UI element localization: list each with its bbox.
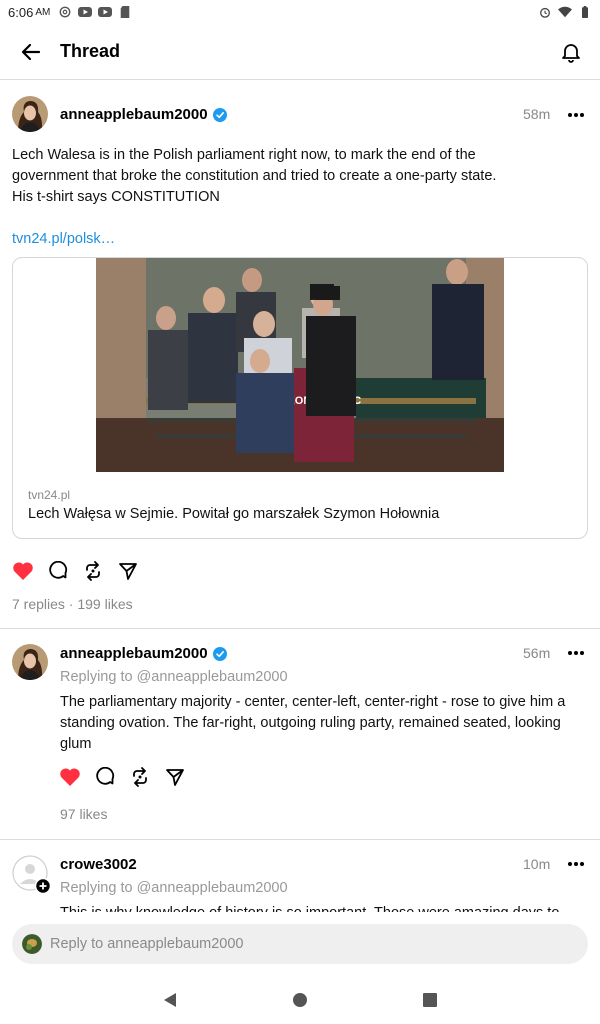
reply-text: The parliamentary majority - center, cen… xyxy=(60,692,590,755)
system-nav-bar xyxy=(0,975,600,1024)
post-username[interactable]: anneapplebaum2000 xyxy=(60,106,227,123)
comment-icon xyxy=(49,561,68,579)
nav-recents-button[interactable] xyxy=(420,990,440,1010)
post-link[interactable]: tvn24.pl/polsk… xyxy=(12,231,115,247)
user-avatar xyxy=(22,934,42,954)
reply-time: 56m xyxy=(523,645,551,661)
more-horizontal-icon xyxy=(568,862,584,866)
user-avatar-image xyxy=(22,934,42,954)
repost-icon xyxy=(133,767,147,787)
triangle-back-icon xyxy=(164,992,176,1007)
more-horizontal-icon xyxy=(568,113,584,117)
back-button[interactable] xyxy=(16,37,46,67)
main-post: anneapplebaum2000 58m Lech Walesa is in … xyxy=(0,80,600,628)
notifications-button[interactable] xyxy=(556,37,586,67)
post-text: Lech Walesa is in the Polish parliament … xyxy=(12,145,588,208)
avatar[interactable] xyxy=(12,855,52,895)
preview-photo: KON STY TUC xyxy=(96,258,504,472)
reply-text-line: standing ovation. The far-right, outgoin… xyxy=(60,715,561,731)
send-icon xyxy=(119,563,137,580)
alarm-icon xyxy=(540,7,550,18)
battery-icon xyxy=(582,6,588,18)
comment-icon xyxy=(96,767,115,785)
send-icon xyxy=(166,769,184,786)
post-actions xyxy=(11,559,151,583)
bell-icon xyxy=(562,43,580,63)
youtube-icon xyxy=(98,7,113,17)
reply-text-line: The parliamentary majority - center, cen… xyxy=(60,694,566,710)
status-left-icons xyxy=(58,6,132,18)
status-ampm: AM xyxy=(35,6,51,18)
verified-badge-icon xyxy=(212,107,227,122)
avatar[interactable] xyxy=(12,644,48,680)
reply-post: anneapplebaum2000 56m Replying to @annea… xyxy=(0,629,600,839)
more-options-button[interactable] xyxy=(564,854,588,874)
status-time: 6:06 xyxy=(8,4,34,20)
reply-button[interactable] xyxy=(46,559,70,583)
post-time: 58m xyxy=(523,106,551,122)
circle-home-icon xyxy=(293,992,307,1007)
post-text-line: government that broke the constitution a… xyxy=(12,168,497,184)
post-stats[interactable]: 7 replies · 199 likes xyxy=(12,596,133,612)
heart-filled-icon xyxy=(13,562,33,580)
reply-time: 10m xyxy=(523,856,551,872)
post-text-line: His t-shirt says CONSTITUTION xyxy=(12,189,220,205)
verified-badge-icon xyxy=(212,646,227,661)
share-button[interactable] xyxy=(116,559,140,583)
reply-username[interactable]: crowe3002 xyxy=(60,856,137,873)
username-text: anneapplebaum2000 xyxy=(60,645,208,662)
like-button[interactable] xyxy=(58,765,82,789)
like-button[interactable] xyxy=(11,559,35,583)
preview-domain: tvn24.pl xyxy=(28,488,71,502)
nav-back-button[interactable] xyxy=(160,990,180,1010)
username-text: anneapplebaum2000 xyxy=(60,106,208,123)
threads-icon xyxy=(59,6,71,18)
replying-to[interactable]: Replying to @anneapplebaum2000 xyxy=(60,669,288,685)
reply-text: This is why knowledge of history is so i… xyxy=(60,903,590,912)
repost-button[interactable] xyxy=(128,765,152,789)
reply-text-line: glum xyxy=(60,736,92,752)
more-options-button[interactable] xyxy=(564,105,588,125)
reply-username[interactable]: anneapplebaum2000 xyxy=(60,645,227,662)
reply-stats[interactable]: 97 likes xyxy=(60,806,107,822)
avatar-image xyxy=(12,96,48,132)
reply-actions xyxy=(58,765,198,789)
more-horizontal-icon xyxy=(568,651,584,655)
post-text-line: Lech Walesa is in the Polish parliament … xyxy=(12,147,476,163)
repost-icon xyxy=(86,561,100,581)
reply-post: crowe3002 10m Replying to @anneapplebaum… xyxy=(0,840,600,912)
app-bar: Thread xyxy=(0,24,600,80)
reply-button[interactable] xyxy=(93,765,117,789)
replying-to[interactable]: Replying to @anneapplebaum2000 xyxy=(60,880,288,896)
arrow-left-icon xyxy=(21,43,41,60)
page-title: Thread xyxy=(60,41,121,61)
wifi-icon xyxy=(558,6,572,18)
status-bar: 6:06 AM xyxy=(0,0,600,24)
reply-input[interactable]: Reply to anneapplebaum2000 xyxy=(12,924,588,964)
square-recents-icon xyxy=(423,992,437,1007)
preview-headline: Lech Wałęsa w Sejmie. Powitał go marszał… xyxy=(28,506,440,522)
username-text: crowe3002 xyxy=(60,856,137,873)
status-right-icons xyxy=(538,6,592,18)
default-avatar-icon xyxy=(12,855,52,895)
more-options-button[interactable] xyxy=(564,643,588,663)
avatar-image xyxy=(12,644,48,680)
avatar[interactable] xyxy=(12,96,48,132)
link-preview-card[interactable]: KON STY TUC tvn24.pl Lech Wałęsa w Sejmi… xyxy=(12,257,588,539)
sd-card-icon xyxy=(121,6,130,18)
youtube-icon xyxy=(78,7,93,17)
repost-button[interactable] xyxy=(81,559,105,583)
nav-home-button[interactable] xyxy=(290,990,310,1010)
reply-placeholder: Reply to anneapplebaum2000 xyxy=(50,936,244,952)
heart-filled-icon xyxy=(60,768,80,786)
share-button[interactable] xyxy=(163,765,187,789)
